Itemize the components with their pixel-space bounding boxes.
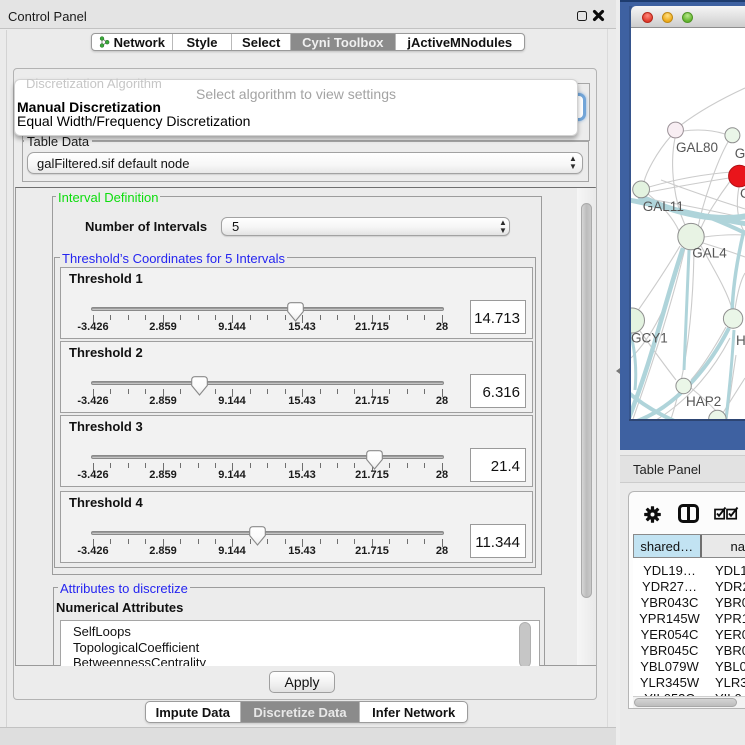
svg-text:HAP2: HAP2 [686, 394, 721, 409]
svg-text:GA: GA [735, 146, 745, 161]
svg-text:H: H [736, 333, 745, 348]
svg-text:GAL4: GAL4 [692, 246, 727, 261]
svg-text:GCY1: GCY1 [631, 331, 668, 346]
svg-text:GAL11: GAL11 [643, 199, 684, 214]
svg-text:GAL80: GAL80 [676, 140, 718, 155]
svg-text:C: C [740, 186, 745, 201]
